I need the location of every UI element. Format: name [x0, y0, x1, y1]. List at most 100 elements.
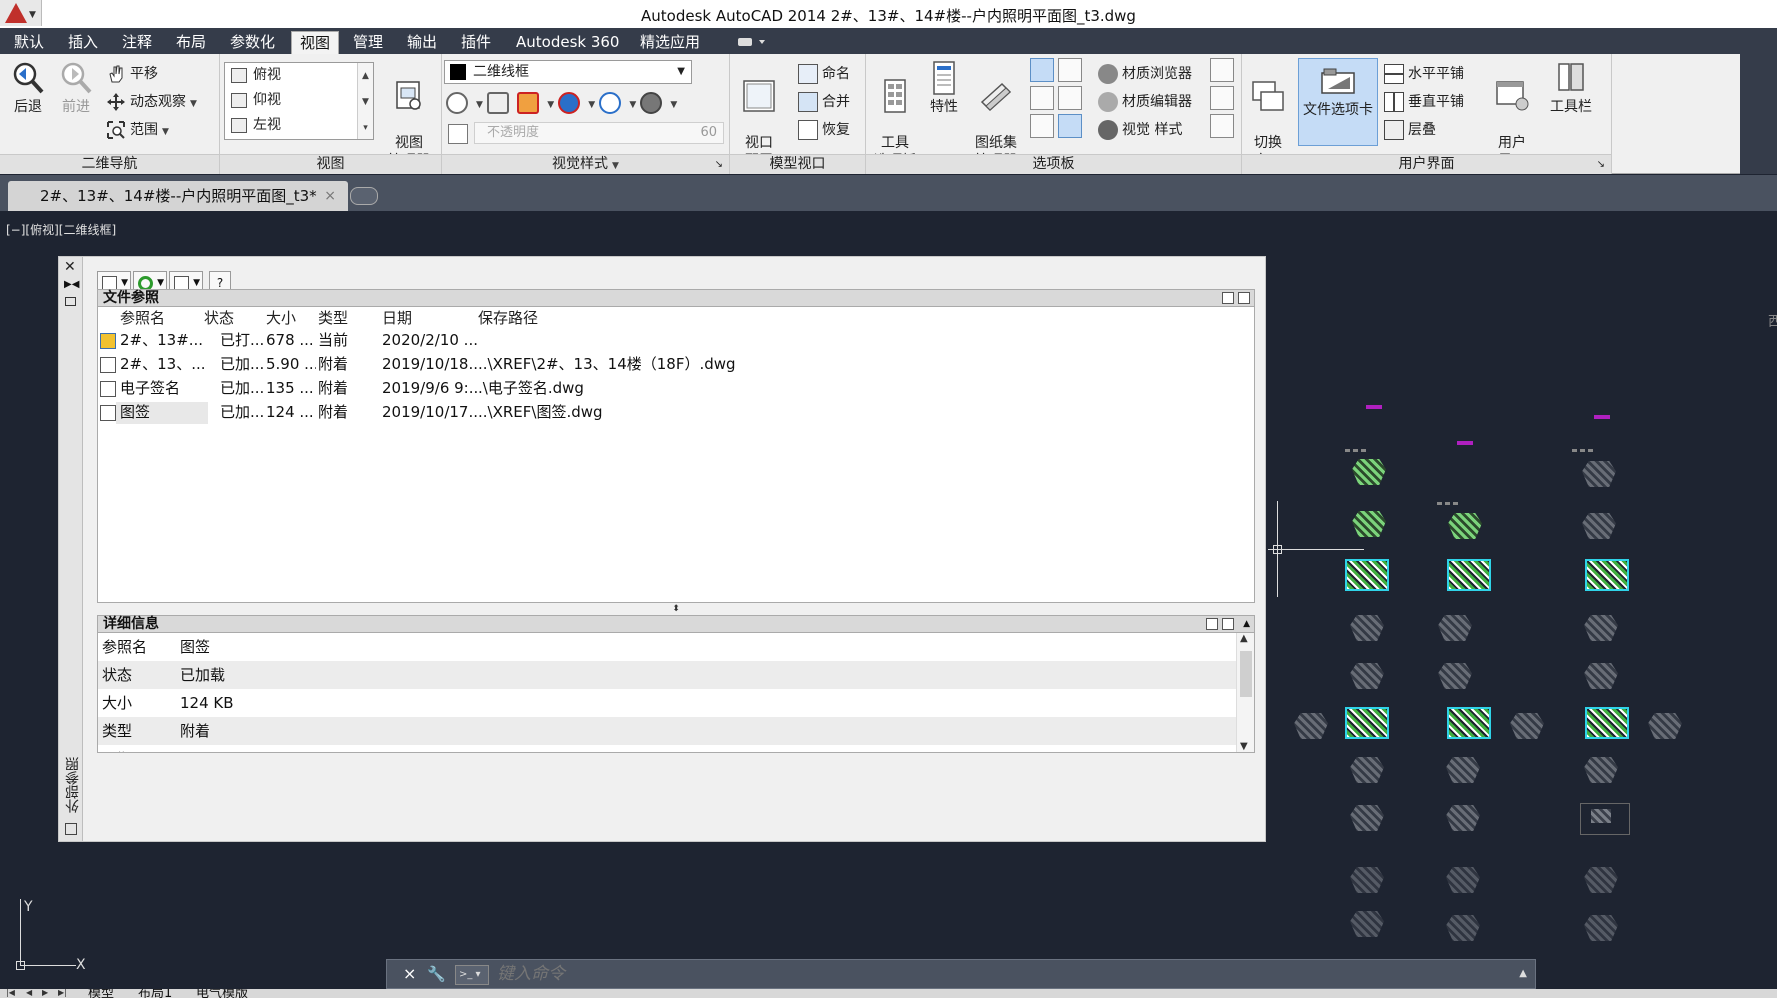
restore-viewports-button[interactable]: 恢复 — [798, 118, 850, 142]
next-layout-icon[interactable]: ▶ — [42, 989, 48, 997]
views-list-scrollbar[interactable]: ▲ ▼ ▾ — [357, 63, 373, 139]
extent-button[interactable]: 范围 ▼ — [106, 118, 169, 142]
table-row[interactable]: 2#、13#... 已打... 678 ... 当前 2020/2/10 ... — [98, 329, 1254, 353]
pane-splitter[interactable]: ⬍ — [97, 603, 1255, 615]
tab-output[interactable]: 输出 — [399, 31, 445, 54]
material-browser-button[interactable]: 材质浏览器 — [1098, 62, 1192, 86]
visual-style-dropdown[interactable]: 二维线框 ▼ — [444, 60, 692, 84]
lights-icon[interactable] — [1210, 114, 1234, 138]
prev-layout-icon[interactable]: ◀ — [26, 989, 32, 997]
back-button[interactable]: 后退 — [6, 60, 50, 116]
layer-palette-icon[interactable] — [1058, 58, 1082, 82]
ribbon-minimize-icon[interactable] — [737, 36, 767, 48]
tab-layout[interactable]: 布局 — [168, 31, 214, 54]
external-references-icon[interactable] — [1058, 114, 1082, 138]
tree-view-icon[interactable] — [1238, 292, 1250, 304]
toolbars-button[interactable]: 工具栏 — [1542, 60, 1600, 116]
dbconnect-icon[interactable] — [1030, 114, 1054, 138]
layout-tab-model[interactable]: 模型 — [88, 989, 114, 998]
render-window-icon[interactable] — [1210, 58, 1234, 82]
list-view-icon[interactable] — [1222, 292, 1234, 304]
dialog-launcher-icon[interactable]: ↘ — [715, 155, 723, 174]
view-item-left[interactable]: 左视 — [225, 113, 373, 138]
recent-commands-button[interactable]: >_ ▾ — [455, 965, 489, 985]
tile-horizontal-button[interactable]: 水平平铺 — [1384, 62, 1464, 86]
edge-mode-icon[interactable] — [446, 92, 468, 114]
calculator-icon[interactable] — [1058, 86, 1082, 110]
column-header-date[interactable]: 日期 — [382, 307, 472, 329]
named-views-list[interactable]: 俯视 仰视 左视 ▲ ▼ ▾ — [224, 62, 374, 140]
lighting-icon[interactable] — [558, 92, 581, 114]
advanced-render-icon[interactable] — [1210, 86, 1234, 110]
tile-vertical-button[interactable]: 垂直平铺 — [1384, 90, 1464, 114]
command-input[interactable] — [497, 963, 1397, 985]
tab-manage[interactable]: 管理 — [345, 31, 391, 54]
face-style-icon[interactable] — [487, 92, 510, 114]
named-viewports-button[interactable]: 命名 — [798, 62, 850, 86]
scroll-down-icon[interactable]: ▼ — [1240, 741, 1248, 752]
new-drawing-tab-button[interactable] — [350, 187, 378, 205]
close-icon[interactable]: × — [403, 964, 416, 983]
view-item-bottom[interactable]: 仰视 — [225, 88, 373, 113]
view-item-top[interactable]: 俯视 — [225, 63, 373, 88]
scroll-down-icon[interactable]: ▼ — [358, 89, 373, 115]
join-viewports-button[interactable]: 合并 — [798, 90, 850, 114]
column-header-path[interactable]: 保存路径 — [478, 307, 598, 329]
cascade-button[interactable]: 层叠 — [1384, 118, 1436, 142]
collapse-icon[interactable]: ▲ — [1243, 616, 1250, 632]
file-tab-current[interactable]: 2#、13#、14#楼--户内照明平面图_t3* × — [8, 181, 348, 211]
tab-home[interactable]: 默认 — [6, 31, 52, 54]
tab-view[interactable]: 视图 — [291, 31, 340, 54]
preview-view-icon[interactable] — [1222, 618, 1234, 630]
last-layout-icon[interactable]: ▶| — [58, 989, 67, 997]
palette-options-icon[interactable] — [65, 823, 77, 835]
tab-parametric[interactable]: 参数化 — [222, 31, 283, 54]
detail-value[interactable]: 附着 — [180, 717, 210, 745]
wrench-icon[interactable]: 🔧 — [427, 965, 446, 983]
layout-tab-layout1[interactable]: 布局1 — [138, 989, 172, 998]
file-references-table[interactable]: 参照名 状态 大小 类型 日期 保存路径 2#、13#... 已打... 678… — [97, 307, 1255, 603]
palette-title-strip[interactable]: ✕ ▶◀ 外部参照 — [59, 257, 83, 841]
first-layout-icon[interactable]: |◀ — [6, 989, 15, 997]
panel-footer-visual-styles[interactable]: 视觉样式 ▼ ↘ — [442, 154, 729, 174]
properties-button[interactable]: 特性 — [922, 60, 966, 116]
details-view-icon[interactable] — [1206, 618, 1218, 630]
close-icon[interactable]: ✕ — [64, 259, 76, 275]
column-header-status[interactable]: 状态 — [204, 307, 264, 329]
tab-plugins[interactable]: 插件 — [453, 31, 499, 54]
material-icon[interactable] — [599, 92, 622, 114]
column-header-name[interactable]: 参照名 — [120, 307, 210, 329]
scroll-up-icon[interactable]: ▲ — [1240, 633, 1248, 644]
command-history-icon[interactable]: ▲ — [1519, 968, 1527, 979]
forward-button[interactable]: 前进 — [54, 60, 98, 116]
dialog-launcher-icon[interactable]: ↘ — [1597, 155, 1605, 174]
tab-annotate[interactable]: 注释 — [114, 31, 160, 54]
table-row[interactable]: 电子签名 已加... 135 ... 附着 2019/9/6 9:... .\电… — [98, 377, 1254, 401]
table-row[interactable]: 2#、13、... 已加... 5.90 ... 附着 2019/10/18..… — [98, 353, 1254, 377]
pan-button[interactable]: 平移 — [106, 62, 158, 86]
scrollbar-thumb[interactable] — [1240, 651, 1252, 697]
details-scrollbar[interactable]: ▲ ▼ — [1236, 633, 1254, 752]
markup-set-icon[interactable] — [1030, 86, 1054, 110]
column-header-type[interactable]: 类型 — [318, 307, 378, 329]
opacity-slider[interactable]: 不透明度 60 — [474, 122, 724, 144]
visual-styles-manager-button[interactable]: 视觉 样式 — [1098, 118, 1182, 142]
detail-value[interactable]: 图签 — [180, 633, 210, 661]
table-row-selected[interactable]: 图签 已加... 124 ... 附着 2019/10/17... ..\XRE… — [98, 401, 1254, 425]
viewport-controls-label[interactable]: [−][俯视][二维线框] — [6, 221, 116, 238]
properties-menu-icon[interactable] — [65, 297, 76, 306]
column-header-size[interactable]: 大小 — [266, 307, 316, 329]
tab-insert[interactable]: 插入 — [60, 31, 106, 54]
file-tabs-button[interactable]: 文件选项卡 — [1298, 58, 1378, 146]
shadow-icon[interactable] — [517, 92, 540, 114]
scroll-up-icon[interactable]: ▲ — [358, 63, 373, 89]
layout-tab-electrical[interactable]: 电气模版 — [196, 989, 248, 998]
environment-icon[interactable] — [640, 92, 663, 114]
expand-list-icon[interactable]: ▾ — [358, 115, 373, 141]
material-editor-button[interactable]: 材质编辑器 — [1098, 90, 1192, 114]
orbit-button[interactable]: 动态观察 ▼ — [106, 90, 197, 114]
close-icon[interactable]: × — [324, 181, 336, 211]
tab-autodesk-360[interactable]: Autodesk 360 — [508, 31, 627, 54]
tab-featured-apps[interactable]: 精选应用 — [632, 31, 708, 54]
auto-hide-icon[interactable]: ▶◀ — [64, 279, 79, 290]
